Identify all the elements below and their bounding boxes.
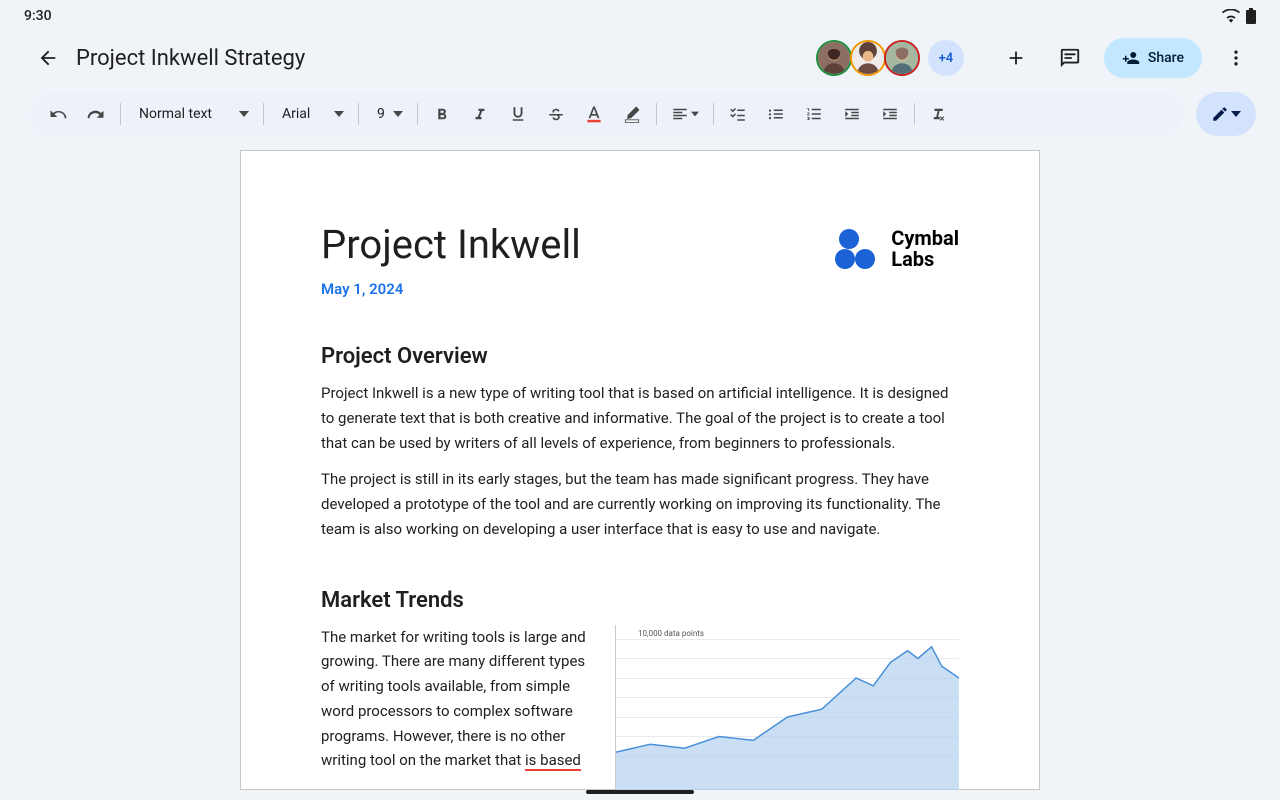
doc-paragraph: Project Inkwell is a new type of writing… (321, 381, 959, 455)
italic-button[interactable] (462, 98, 498, 130)
text-color-button[interactable] (576, 98, 612, 130)
company-logo: Cymbal Labs (835, 227, 959, 271)
doc-heading-1: Project Inkwell (321, 221, 581, 268)
chevron-down-icon (1231, 111, 1241, 117)
numbered-list-button[interactable] (796, 98, 832, 130)
document-page[interactable]: Project Inkwell May 1, 2024 Cymbal Labs … (240, 150, 1040, 790)
more-collaborators[interactable]: +4 (928, 40, 964, 76)
doc-heading-2: Market Trends (321, 588, 959, 613)
outdent-button[interactable] (834, 98, 870, 130)
bold-button[interactable] (424, 98, 460, 130)
doc-date: May 1, 2024 (321, 280, 581, 298)
status-time: 9:30 (24, 8, 52, 24)
more-menu-button[interactable] (1216, 38, 1256, 78)
wifi-icon (1222, 9, 1240, 23)
formatting-toolbar: Normal text Arial 9 (30, 92, 1184, 136)
chevron-down-icon (691, 111, 699, 117)
font-select[interactable]: Arial (270, 106, 352, 122)
add-button[interactable] (996, 38, 1036, 78)
collaborators: +4 (820, 40, 964, 76)
indent-button[interactable] (872, 98, 908, 130)
checklist-button[interactable] (720, 98, 756, 130)
market-trends-chart: 10,000 data points (615, 625, 959, 791)
redo-button[interactable] (78, 98, 114, 130)
doc-paragraph: The project is still in its early stages… (321, 467, 959, 541)
share-label: Share (1148, 50, 1184, 66)
battery-icon (1246, 8, 1256, 24)
strikethrough-button[interactable] (538, 98, 574, 130)
chevron-down-icon (334, 111, 344, 117)
document-title[interactable]: Project Inkwell Strategy (76, 46, 804, 71)
logo-text-1: Cymbal (891, 228, 959, 249)
avatar[interactable] (816, 40, 852, 76)
undo-button[interactable] (40, 98, 76, 130)
chevron-down-icon (393, 111, 403, 117)
logo-icon (835, 227, 881, 271)
avatar[interactable] (884, 40, 920, 76)
clear-formatting-button[interactable] (921, 98, 957, 130)
share-button[interactable]: Share (1104, 38, 1202, 78)
status-icons (1222, 8, 1256, 24)
comments-button[interactable] (1050, 38, 1090, 78)
back-button[interactable] (36, 46, 60, 70)
navigation-handle[interactable] (586, 790, 694, 794)
highlight-button[interactable] (614, 98, 650, 130)
doc-heading-2: Project Overview (321, 344, 959, 369)
bulleted-list-button[interactable] (758, 98, 794, 130)
underline-button[interactable] (500, 98, 536, 130)
logo-text-2: Labs (891, 249, 959, 270)
doc-paragraph: The market for writing tools is large an… (321, 625, 591, 791)
paragraph-style-select[interactable]: Normal text (127, 106, 257, 122)
align-button[interactable] (663, 98, 707, 130)
avatar[interactable] (850, 40, 886, 76)
pencil-icon (1211, 105, 1229, 123)
chevron-down-icon (239, 111, 249, 117)
font-size-select[interactable]: 9 (365, 106, 411, 122)
person-add-icon (1122, 49, 1140, 67)
edit-mode-button[interactable] (1196, 92, 1256, 136)
